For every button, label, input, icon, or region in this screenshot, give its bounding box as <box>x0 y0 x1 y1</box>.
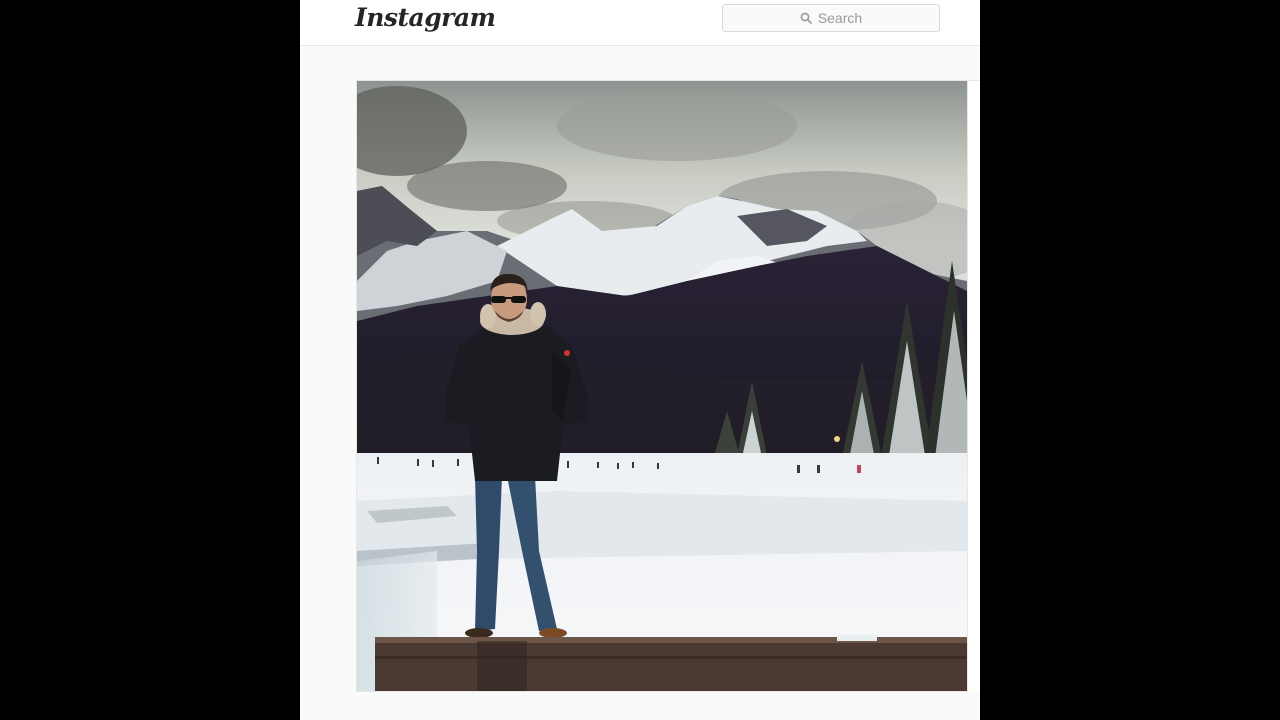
search-placeholder: Search <box>817 10 863 26</box>
photo-image <box>357 81 967 691</box>
search-box[interactable]: Search <box>722 4 940 32</box>
instagram-logo[interactable]: Instagram <box>355 3 496 32</box>
sidebar-edge <box>967 80 980 691</box>
post-photo[interactable] <box>356 80 968 692</box>
top-navigation-bar: Instagram Search <box>300 0 980 46</box>
search-icon <box>800 12 812 24</box>
instagram-page: Instagram Search <box>300 0 980 720</box>
